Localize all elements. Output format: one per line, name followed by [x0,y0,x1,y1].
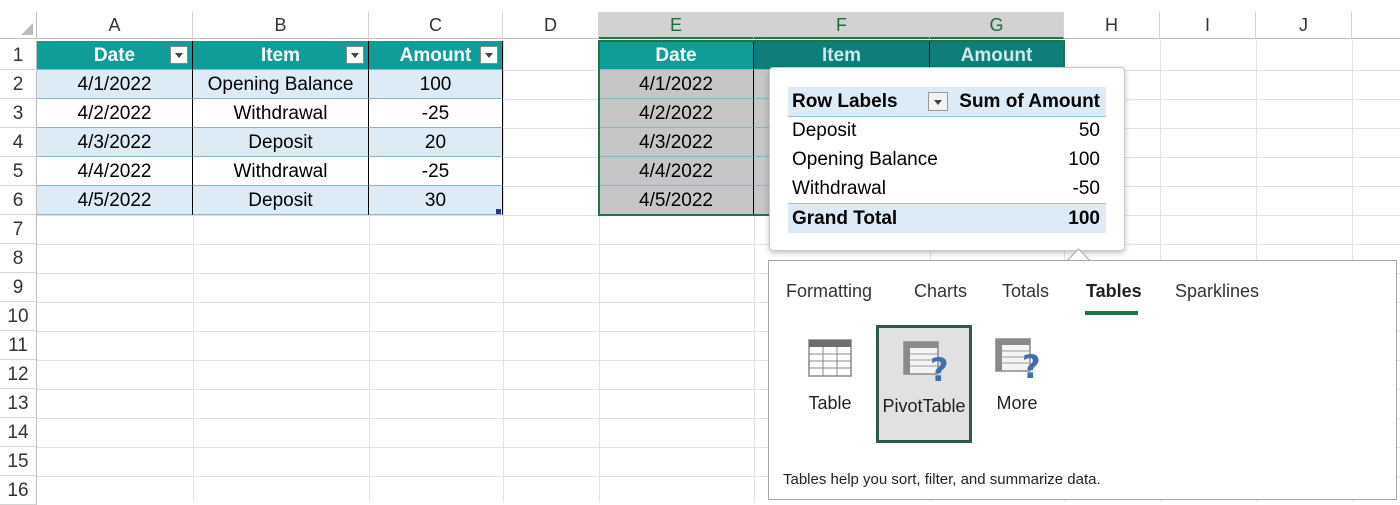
column-header-f[interactable]: F [754,12,930,39]
pivot-row: Deposit 50 [792,120,1100,141]
table-icon [808,339,852,377]
row-header-8[interactable]: 8 [0,244,37,273]
table-tile[interactable]: Table [782,325,878,443]
select-all-corner[interactable] [0,12,37,39]
pivot-sum-header: Sum of Amount [959,91,1100,112]
row-header-9[interactable]: 9 [0,273,37,302]
selected-header-date[interactable]: Date [599,41,754,70]
column-header-c[interactable]: C [369,12,503,39]
table-cell[interactable]: 4/2/2022 [37,99,193,128]
table-cell[interactable]: Deposit [193,128,369,157]
tab-formatting[interactable]: Formatting [786,281,872,302]
table-cell[interactable]: Withdrawal [193,99,369,128]
column-header-next[interactable] [1352,12,1400,39]
table-header-date[interactable]: Date [37,41,193,70]
tab-charts[interactable]: Charts [914,281,967,302]
column-header-e[interactable]: E [599,12,754,39]
column-header-b[interactable]: B [193,12,369,39]
filter-dropdown-item[interactable] [346,46,364,64]
pivot-row: Withdrawal -50 [792,178,1100,199]
tab-tables[interactable]: Tables [1086,281,1142,302]
row-header-14[interactable]: 14 [0,418,37,447]
active-tab-indicator [1085,311,1138,315]
row-header-3[interactable]: 3 [0,99,37,128]
pivottable-tile-label: PivotTable [882,396,966,416]
table-cell[interactable]: 30 [369,186,503,215]
column-header-i[interactable]: I [1160,12,1256,39]
row-header-12[interactable]: 12 [0,360,37,389]
column-header-j[interactable]: J [1256,12,1352,39]
table-cell[interactable]: 4/1/2022 [37,70,193,99]
row-header-15[interactable]: 15 [0,447,37,476]
selected-header-amount[interactable]: Amount [930,41,1064,70]
column-header-g[interactable]: G [930,12,1064,39]
column-header-row: A B C D E F G H I J [0,0,1400,41]
row-header-13[interactable]: 13 [0,389,37,418]
row-header-4[interactable]: 4 [0,128,37,157]
tab-sparklines[interactable]: Sparklines [1175,281,1259,302]
table-cell[interactable]: 4/5/2022 [37,186,193,215]
more-tile[interactable]: ? More [969,325,1065,443]
svg-text:?: ? [1022,348,1041,382]
pivottable-preview: Row Labels Sum of Amount Deposit 50 Open… [769,67,1125,251]
column-header-h[interactable]: H [1064,12,1160,39]
row-header-6[interactable]: 6 [0,186,37,215]
table-header-item[interactable]: Item [193,41,369,70]
row-header-7[interactable]: 7 [0,215,37,244]
table-resize-handle[interactable] [496,209,501,214]
pivot-row: Opening Balance 100 [792,149,1100,170]
more-tile-label: More [996,393,1038,413]
table-header-amount[interactable]: Amount [369,41,503,70]
row-header-2[interactable]: 2 [0,70,37,99]
pivot-row-labels-header: Row Labels [792,91,898,112]
table-cell[interactable]: 100 [369,70,503,99]
row-header-1[interactable]: 1 [0,41,37,70]
column-header-a[interactable]: A [37,12,193,39]
table-cell[interactable]: -25 [369,99,503,128]
selected-header-item[interactable]: Item [754,41,930,70]
row-header-10[interactable]: 10 [0,302,37,331]
selected-cell[interactable]: 4/4/2022 [599,157,754,186]
pivot-header-row: Row Labels Sum of Amount [788,87,1106,117]
quick-analysis-description: Tables help you sort, filter, and summar… [783,471,1101,488]
row-header-5[interactable]: 5 [0,157,37,186]
selected-cell[interactable]: 4/3/2022 [599,128,754,157]
selected-cell[interactable]: 4/2/2022 [599,99,754,128]
pivottable-tile[interactable]: ? PivotTable [876,325,972,443]
column-header-d[interactable]: D [503,12,599,39]
table-tile-label: Table [808,393,852,413]
filter-dropdown-date[interactable] [170,46,188,64]
filter-dropdown-amount[interactable] [480,46,498,64]
pivot-row-labels-dropdown [928,92,948,111]
quick-analysis-panel: Formatting Charts Totals Tables Sparklin… [768,260,1397,500]
table-cell[interactable]: 4/3/2022 [37,128,193,157]
table-cell[interactable]: 20 [369,128,503,157]
more-icon: ? [995,338,1041,382]
tab-totals[interactable]: Totals [1002,281,1049,302]
table-cell[interactable]: Deposit [193,186,369,215]
pivottable-icon: ? [903,341,949,385]
table-cell[interactable]: 4/4/2022 [37,157,193,186]
selected-cell[interactable]: 4/5/2022 [599,186,754,215]
table-cell[interactable]: -25 [369,157,503,186]
selected-cell[interactable]: 4/1/2022 [599,70,754,99]
pivot-grand-total-row: Grand Total 100 [788,203,1106,233]
table-cell[interactable]: Withdrawal [193,157,369,186]
table-cell[interactable]: Opening Balance [193,70,369,99]
svg-text:?: ? [930,351,949,385]
row-header-11[interactable]: 11 [0,331,37,360]
row-header-16[interactable]: 16 [0,476,37,505]
